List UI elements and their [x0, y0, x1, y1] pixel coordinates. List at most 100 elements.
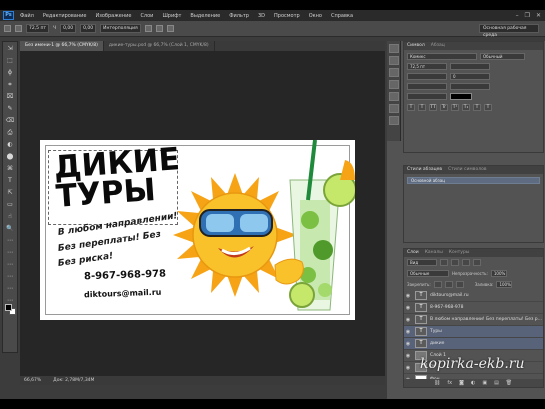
- minimize-icon[interactable]: –: [516, 12, 519, 19]
- leading-field[interactable]: [450, 63, 490, 70]
- font-family-select[interactable]: Комикс: [407, 53, 477, 60]
- properties-icon[interactable]: [388, 56, 399, 65]
- menu-layers[interactable]: Слои: [140, 13, 153, 19]
- extra-tool-icon[interactable]: ⋯: [4, 284, 16, 294]
- extra-tool-icon[interactable]: ⋯: [4, 272, 16, 282]
- layer-style-icon[interactable]: fx: [447, 379, 452, 387]
- layer-row[interactable]: ◉ T diktours@mail.ru: [404, 290, 543, 302]
- small-caps-button[interactable]: Tr: [440, 104, 448, 111]
- filter-type-icon[interactable]: [462, 259, 470, 266]
- opacity-field[interactable]: 100%: [490, 270, 507, 277]
- history-icon[interactable]: [388, 44, 399, 53]
- quick-select-tool-icon[interactable]: ⌗: [4, 80, 16, 90]
- all-caps-button[interactable]: TT: [429, 104, 437, 111]
- menu-help[interactable]: Справка: [331, 13, 353, 19]
- layer-filter-select[interactable]: Вид: [407, 259, 437, 266]
- blend-mode-select[interactable]: Обычные: [407, 270, 449, 277]
- foreground-color-swatch[interactable]: [5, 304, 12, 311]
- strikethrough-button[interactable]: T: [484, 104, 492, 111]
- faux-italic-button[interactable]: T: [418, 104, 426, 111]
- restore-icon[interactable]: ❐: [525, 12, 530, 19]
- crop-tool-icon[interactable]: ⌧: [4, 92, 16, 102]
- visibility-eye-icon[interactable]: ◉: [404, 317, 412, 323]
- size-field[interactable]: 72,5 пт: [26, 24, 50, 33]
- font-style-select[interactable]: Обычный: [480, 53, 525, 60]
- menu-type[interactable]: Шрифт: [162, 13, 181, 19]
- menu-file[interactable]: Файл: [20, 13, 34, 19]
- path-select-tool-icon[interactable]: ⇱: [4, 188, 16, 198]
- shape-tool-icon[interactable]: ▭: [4, 200, 16, 210]
- adjustment-layer-icon[interactable]: ◐: [471, 379, 475, 387]
- lock-position-icon[interactable]: [444, 281, 453, 288]
- menu-filter[interactable]: Фильтр: [229, 13, 249, 19]
- lasso-tool-icon[interactable]: ϕ: [4, 68, 16, 78]
- new-group-icon[interactable]: ▣: [482, 379, 487, 387]
- warp-icon[interactable]: [144, 25, 152, 32]
- filter-adjust-icon[interactable]: [451, 259, 459, 266]
- visibility-eye-icon[interactable]: ◉: [404, 341, 412, 347]
- extra-tool-icon[interactable]: ⋯: [4, 236, 16, 246]
- superscript-button[interactable]: T¹: [451, 104, 459, 111]
- tab-character[interactable]: Символ: [407, 42, 425, 50]
- text-color-swatch[interactable]: [450, 93, 472, 100]
- workspace-select[interactable]: Основная рабочая среда: [479, 24, 539, 38]
- dodge-tool-icon[interactable]: ◐: [4, 140, 16, 150]
- vertical-scale-field[interactable]: [407, 83, 447, 90]
- tab-document-2[interactable]: дикие-туры.psd @ 66,7% (Слой 1, CMYK/8): [104, 41, 215, 51]
- subscript-button[interactable]: T₁: [462, 104, 470, 111]
- menu-3d[interactable]: 3D: [258, 13, 265, 19]
- tab-character-styles[interactable]: Стили символов: [448, 166, 486, 174]
- move-tool-icon[interactable]: ⇲: [4, 44, 16, 54]
- visibility-eye-icon[interactable]: ◉: [404, 329, 412, 335]
- cancel-transform-icon[interactable]: [155, 25, 163, 32]
- skew-field[interactable]: 0,00: [80, 24, 97, 33]
- document-canvas[interactable]: ДИКИЕ ТУРЫ В любом направлении! Без пере…: [40, 140, 355, 320]
- new-layer-icon[interactable]: ▤: [494, 379, 499, 387]
- hand-tool-icon[interactable]: ☝: [4, 212, 16, 222]
- add-mask-icon[interactable]: ◙: [459, 379, 464, 387]
- menu-edit[interactable]: Редактирование: [43, 13, 87, 19]
- delete-layer-icon[interactable]: 🗑: [506, 379, 512, 387]
- zoom-tool-icon[interactable]: 🔍: [4, 224, 16, 234]
- close-icon[interactable]: ✕: [536, 12, 541, 19]
- visibility-eye-icon[interactable]: ◉: [404, 293, 412, 299]
- pen-tool-icon[interactable]: ⌘: [4, 164, 16, 174]
- visibility-eye-icon[interactable]: ◉: [404, 353, 412, 359]
- angle-field[interactable]: 0,00: [60, 24, 77, 33]
- filter-pixel-icon[interactable]: [440, 259, 448, 266]
- menu-view[interactable]: Просмотр: [274, 13, 300, 19]
- adjustments-icon[interactable]: [388, 80, 399, 89]
- baseline-shift-field[interactable]: [407, 93, 447, 100]
- filter-shape-icon[interactable]: [473, 259, 481, 266]
- visibility-eye-icon[interactable]: ◉: [404, 305, 412, 311]
- tab-layers[interactable]: Слои: [407, 249, 419, 257]
- commit-transform-icon[interactable]: [166, 25, 174, 32]
- tab-document-1[interactable]: Без имени-1 @ 66,7% (CMYK/8): [20, 41, 104, 51]
- horizontal-scale-field[interactable]: [450, 83, 490, 90]
- faux-bold-button[interactable]: T: [407, 104, 415, 111]
- paragraph-style-item[interactable]: Основной абзац: [407, 177, 540, 184]
- swatches-icon[interactable]: [388, 68, 399, 77]
- menu-select[interactable]: Выделение: [190, 13, 220, 19]
- tab-paragraph[interactable]: Абзац: [431, 42, 445, 50]
- extra-tool-icon[interactable]: ⋯: [4, 260, 16, 270]
- blur-tool-icon[interactable]: ⬤: [4, 152, 16, 162]
- info-icon[interactable]: [388, 116, 399, 125]
- interpolation-select[interactable]: Интерполяция: [100, 24, 141, 33]
- visibility-eye-icon[interactable]: ◉: [404, 365, 412, 371]
- brush-presets-icon[interactable]: [388, 92, 399, 101]
- font-size-field[interactable]: 72,5 пт: [407, 63, 447, 70]
- layer-row[interactable]: ◉ T 8-967-968-978: [404, 302, 543, 314]
- tab-paths[interactable]: Контуры: [449, 249, 470, 257]
- reference-point-icon[interactable]: [15, 25, 22, 32]
- stamp-tool-icon[interactable]: ⎙: [4, 128, 16, 138]
- underline-button[interactable]: T: [473, 104, 481, 111]
- extra-tool-icon[interactable]: ⋯: [4, 248, 16, 258]
- eraser-tool-icon[interactable]: ⌫: [4, 116, 16, 126]
- brush-tool-icon[interactable]: ✎: [4, 104, 16, 114]
- tab-channels[interactable]: Каналы: [425, 249, 443, 257]
- zoom-level[interactable]: 66,67%: [24, 376, 41, 385]
- clone-source-icon[interactable]: [388, 104, 399, 113]
- lock-pixels-icon[interactable]: [433, 281, 442, 288]
- menu-image[interactable]: Изображение: [95, 13, 131, 19]
